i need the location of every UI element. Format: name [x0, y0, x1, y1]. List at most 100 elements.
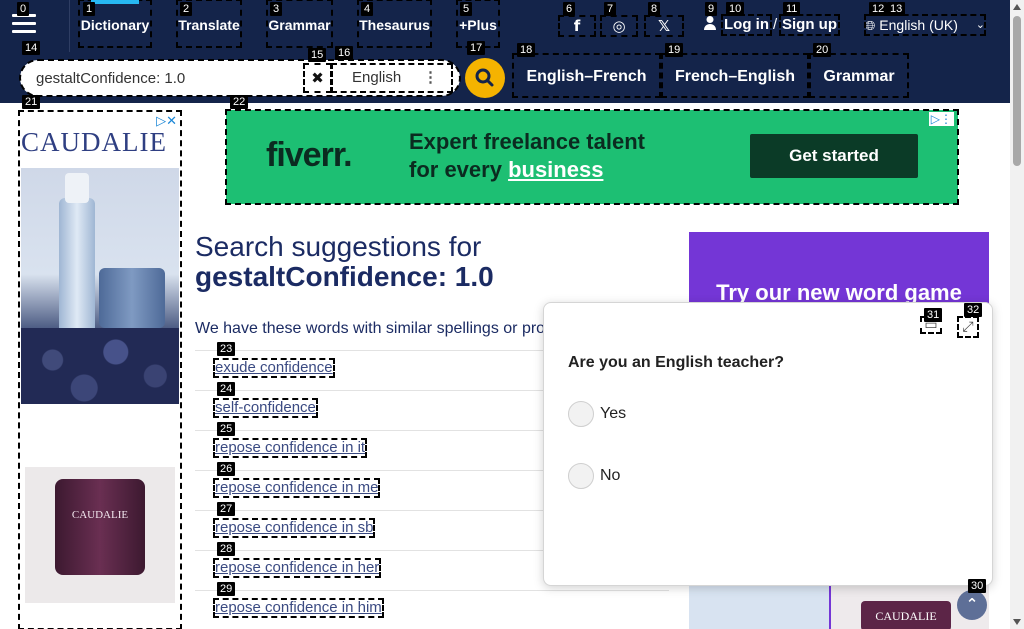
- element-index-badge: 32: [964, 303, 983, 317]
- search-input[interactable]: [36, 68, 296, 88]
- login-link[interactable]: Log in: [721, 14, 772, 36]
- ad-product-image-2: CAUDALIE: [25, 467, 175, 603]
- element-index-badge: 13: [887, 2, 906, 16]
- yes-label[interactable]: Yes: [600, 405, 626, 423]
- active-indicator: [91, 0, 139, 4]
- ad-line-2-prefix: for every: [409, 157, 509, 182]
- page-scrollbar[interactable]: [1010, 0, 1024, 629]
- intro-text: We have these words with similar spellin…: [195, 320, 546, 337]
- element-index-badge: 12: [869, 2, 888, 16]
- no-radio[interactable]: [568, 463, 594, 489]
- element-index-badge: 1: [83, 2, 96, 16]
- element-index-badge: 14: [22, 41, 41, 55]
- menu-icon[interactable]: [12, 14, 36, 34]
- facebook-icon[interactable]: f: [558, 15, 596, 37]
- element-index-badge: 10: [726, 2, 745, 16]
- signup-link[interactable]: Sign up: [779, 14, 840, 36]
- element-index-badge: 15: [308, 48, 327, 62]
- tab-english-french[interactable]: English–French: [512, 53, 661, 98]
- scroll-to-top-button[interactable]: ⌃: [957, 590, 987, 620]
- globe-icon: 🌐︎: [865, 19, 876, 34]
- element-index-badge: 3: [270, 2, 283, 16]
- page-title-term: gestaltConfidence: 1.0: [195, 261, 494, 292]
- element-index-badge: 19: [665, 43, 684, 57]
- clear-search-button[interactable]: ✖: [303, 63, 332, 93]
- suggestion-link[interactable]: repose confidence in me: [212, 478, 381, 498]
- suggestion-link[interactable]: repose confidence in her: [212, 558, 382, 578]
- element-index-badge: 11: [783, 2, 801, 16]
- element-index-badge: 24: [217, 382, 236, 396]
- page-title: Search suggestions for gestaltConfidence…: [195, 232, 494, 292]
- x-twitter-icon[interactable]: 𝕏: [644, 15, 684, 37]
- element-index-badge: 2: [180, 2, 193, 16]
- search-icon: [475, 68, 494, 87]
- login-separator: /: [773, 16, 778, 33]
- element-index-badge: 16: [335, 46, 354, 60]
- dictionary-language-select[interactable]: English ⋮: [331, 63, 453, 93]
- ad-headline: Expert freelance talent for every busine…: [409, 128, 645, 184]
- scroll-thumb[interactable]: [1013, 16, 1021, 166]
- element-index-badge: 8: [648, 2, 661, 16]
- ad-product-image: [21, 168, 179, 404]
- serum-bottle: [59, 198, 95, 348]
- page-title-prefix: Search suggestions for: [195, 231, 482, 262]
- survey-popup: ▭ ⤢ Are you an English teacher? Yes No: [543, 302, 993, 586]
- element-index-badge: 29: [217, 582, 236, 596]
- element-index-badge: 4: [361, 2, 374, 16]
- fiverr-ad[interactable]: ▷⋮ fiverr. Expert freelance talent for e…: [225, 109, 959, 205]
- element-index-badge: 6: [563, 2, 576, 16]
- element-index-badge: 0: [17, 2, 30, 16]
- scroll-up-arrow[interactable]: [1013, 4, 1021, 10]
- jar-brand: CAUDALIE: [71, 509, 129, 521]
- element-index-badge: 18: [517, 43, 536, 57]
- ad-line-1: Expert freelance talent: [409, 129, 645, 154]
- top-navigation-bar: [0, 0, 1010, 52]
- tab-french-english[interactable]: French–English: [661, 53, 809, 98]
- scroll-down-arrow[interactable]: [1013, 619, 1021, 625]
- element-index-badge: 26: [217, 462, 236, 476]
- chevron-up-icon: ⌃: [965, 595, 979, 613]
- no-label[interactable]: No: [600, 467, 620, 485]
- element-index-badge: 28: [217, 542, 236, 556]
- language-selector[interactable]: 🌐︎ English (UK) ⌄: [864, 14, 986, 36]
- nav-dictionary-label: Dictionary: [80, 17, 150, 33]
- nav-plus-label: +Plus: [459, 17, 497, 33]
- element-index-badge: 17: [467, 41, 486, 55]
- survey-question: Are you an English teacher?: [568, 354, 785, 371]
- more-options-icon: ⋮: [423, 69, 438, 86]
- jar-brand: CAUDALIE: [861, 601, 951, 629]
- nav-translate-label: Translate: [178, 17, 240, 33]
- chevron-down-icon: ⌄: [975, 18, 985, 31]
- element-index-badge: 9: [705, 2, 718, 16]
- bottle-cap: [65, 173, 89, 203]
- adchoices-icon[interactable]: ▷⋮: [928, 112, 954, 126]
- element-index-badge: 5: [460, 2, 473, 16]
- left-ad[interactable]: ▷✕ CAUDALIE CAUDALIE: [18, 110, 182, 629]
- element-index-badge: 25: [217, 422, 236, 436]
- search-button[interactable]: [465, 58, 505, 98]
- ad-line-2: for every business: [409, 156, 645, 184]
- user-icon[interactable]: [703, 15, 717, 35]
- expand-icon[interactable]: ⤢: [957, 316, 979, 338]
- suggestion-link[interactable]: repose confidence in it: [212, 438, 368, 458]
- element-index-badge: 20: [813, 43, 832, 57]
- tab-grammar[interactable]: Grammar: [809, 53, 909, 98]
- suggestion-link[interactable]: self-confidence: [213, 398, 318, 418]
- element-index-badge: 30: [968, 579, 987, 593]
- close-icon: ✖: [311, 69, 324, 87]
- ad-highlight: business: [508, 157, 604, 182]
- suggestion-link[interactable]: exude confidence: [213, 358, 335, 378]
- yes-radio[interactable]: [568, 401, 594, 427]
- instagram-icon[interactable]: ◎: [600, 15, 638, 37]
- suggestion-link[interactable]: repose confidence in sb: [212, 518, 376, 538]
- nav-thesaurus-label: Thesaurus: [359, 17, 430, 33]
- divider: [69, 0, 70, 52]
- suggestion-link[interactable]: repose confidence in him: [213, 598, 384, 618]
- element-index-badge: 31: [924, 308, 943, 322]
- selected-language: English: [352, 69, 402, 86]
- language-label: English (UK): [879, 17, 958, 33]
- caudalie-logo: CAUDALIE: [21, 127, 167, 157]
- get-started-button[interactable]: Get started: [750, 134, 918, 178]
- grapes-image: [21, 328, 179, 404]
- element-index-badge: 7: [604, 2, 617, 16]
